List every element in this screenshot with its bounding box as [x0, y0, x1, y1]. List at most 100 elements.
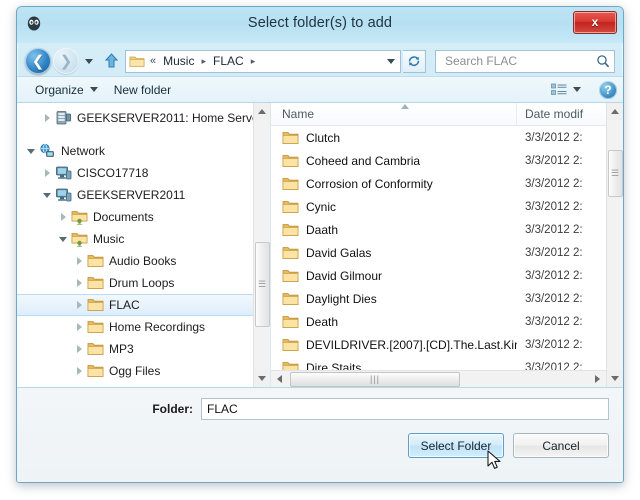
folder-icon — [87, 253, 104, 269]
tree-scroll-thumb[interactable]: ☰ — [254, 242, 270, 327]
search-input[interactable] — [443, 53, 596, 69]
tree-item-geekserver2011-home-server[interactable]: GEEKSERVER2011: Home Server: — [17, 107, 270, 129]
tree-item-documents[interactable]: Documents — [17, 206, 270, 228]
tree-item-mp3[interactable]: MP3 — [17, 338, 270, 360]
folder-icon — [87, 363, 104, 379]
tree-item-ogg-files[interactable]: Ogg Files — [17, 360, 270, 382]
table-row[interactable]: David Galas 3/3/2012 2: — [271, 241, 623, 264]
network-icon — [39, 143, 56, 159]
table-row[interactable]: Daath 3/3/2012 2: — [271, 218, 623, 241]
tree-vertical-scrollbar[interactable]: ☰ — [253, 103, 270, 387]
folder-icon — [87, 319, 104, 335]
tree-item-drum-loops[interactable]: Drum Loops — [17, 272, 270, 294]
folder-icon — [282, 176, 299, 191]
tree-item-flac[interactable]: FLAC — [17, 294, 270, 316]
tree-item-network[interactable]: Network — [17, 140, 270, 162]
address-bar-row: ❮ ❯ « Music ▸ FLAC ▸ Search FLAC — [17, 43, 623, 76]
search-box[interactable] — [435, 49, 615, 73]
expander-open-icon[interactable] — [39, 192, 55, 198]
tree-item-audio-books[interactable]: Audio Books — [17, 250, 270, 272]
list-scroll-thumb[interactable]: ☰ — [607, 150, 623, 197]
table-row[interactable]: Corrosion of Conformity 3/3/2012 2: — [271, 172, 623, 195]
back-button[interactable]: ❮ — [25, 48, 51, 74]
breadcrumb-overflow[interactable]: « — [149, 55, 161, 67]
sort-ascending-icon — [401, 103, 409, 109]
list-scroll-right-button[interactable] — [589, 371, 606, 388]
new-folder-button[interactable]: New folder — [106, 79, 179, 101]
folder-input[interactable] — [201, 398, 609, 420]
refresh-button[interactable] — [403, 49, 426, 73]
tree-item-cisco17718[interactable]: CISCO17718 — [17, 162, 270, 184]
up-one-level-button[interactable] — [99, 48, 123, 74]
expander-closed-icon[interactable] — [71, 301, 87, 309]
tree-item-label: Audio Books — [109, 254, 177, 268]
triangle-down-icon — [59, 236, 67, 242]
breadcrumb-crumb-flac[interactable]: FLAC — [211, 53, 246, 69]
expander-closed-icon[interactable] — [71, 257, 87, 265]
expander-closed-icon[interactable] — [71, 345, 87, 353]
folder-icon — [282, 337, 299, 352]
tree-item-label: FLAC — [109, 298, 140, 312]
expander-closed-icon[interactable] — [71, 279, 87, 287]
breadcrumb-separator-end[interactable]: ▸ — [246, 56, 261, 67]
list-horizontal-scrollbar[interactable]: ||| — [271, 370, 606, 387]
file-row-name: Death — [306, 314, 339, 329]
select-folder-button[interactable]: Select Folder — [408, 433, 504, 458]
tree-item-geekserver2011[interactable]: GEEKSERVER2011 — [17, 184, 270, 206]
list-vertical-scrollbar[interactable]: ☰ — [606, 103, 623, 387]
list-scroll-down-button[interactable] — [606, 370, 623, 387]
recent-locations-button[interactable] — [81, 48, 97, 74]
list-scroll-track[interactable]: ☰ — [607, 120, 624, 370]
tree-scroll-track[interactable]: ☰ — [254, 120, 271, 370]
expander-closed-icon[interactable] — [71, 367, 87, 375]
forward-button[interactable]: ❯ — [53, 48, 79, 74]
file-row-name: Daath — [306, 222, 339, 237]
address-bar[interactable]: « Music ▸ FLAC ▸ — [125, 49, 401, 73]
triangle-right-icon — [76, 301, 82, 309]
list-scroll-left-button[interactable] — [271, 371, 288, 388]
table-row[interactable]: Daylight Dies 3/3/2012 2: — [271, 287, 623, 310]
change-view-button[interactable] — [543, 79, 589, 101]
help-button[interactable]: ? — [599, 80, 617, 99]
file-row-name: David Gilmour — [306, 268, 383, 283]
computer-icon — [55, 187, 72, 203]
grip-icon: ☰ — [610, 168, 620, 178]
address-dropdown-button[interactable] — [383, 51, 398, 72]
table-row[interactable]: Coheed and Cambria 3/3/2012 2: — [271, 149, 623, 172]
organize-button[interactable]: Organize — [27, 79, 106, 101]
breadcrumb-separator[interactable]: ▸ — [196, 56, 211, 67]
tree-item-home-recordings[interactable]: Home Recordings — [17, 316, 270, 338]
breadcrumb[interactable]: « Music ▸ FLAC ▸ — [129, 53, 383, 69]
list-scroll-up-button[interactable] — [606, 103, 623, 120]
tree-item-label: Drum Loops — [109, 276, 175, 290]
tree-scroll-up-button[interactable] — [253, 103, 270, 120]
tree-item-music[interactable]: Music — [17, 228, 270, 250]
folder-icon — [282, 130, 299, 145]
table-row[interactable]: DEVILDRIVER.[2007].[CD].The.Last.Kind...… — [271, 333, 623, 356]
triangle-right-icon — [76, 323, 82, 331]
folder-icon — [87, 385, 104, 387]
tree-item-tag-podcasts[interactable]: TAG Podcasts — [17, 382, 270, 387]
list-hscroll-thumb[interactable]: ||| — [290, 371, 460, 387]
close-button[interactable]: x — [573, 11, 617, 34]
tree-item-label: Ogg Files — [109, 364, 161, 378]
table-row[interactable]: Cynic 3/3/2012 2: — [271, 195, 623, 218]
cancel-button[interactable]: Cancel — [513, 433, 609, 458]
table-row[interactable]: Death 3/3/2012 2: — [271, 310, 623, 333]
column-header-name[interactable]: Name — [271, 103, 517, 126]
file-list-pane: Name Date modif Clutch 3/3/2012 2: Coheed … — [270, 103, 623, 387]
expander-open-icon[interactable] — [55, 236, 71, 242]
breadcrumb-crumb-music[interactable]: Music — [161, 53, 196, 69]
table-row[interactable]: Clutch 3/3/2012 2: — [271, 126, 623, 149]
tree-scroll-down-button[interactable] — [253, 370, 270, 387]
expander-closed-icon[interactable] — [55, 213, 71, 221]
caret-down-icon — [573, 87, 581, 92]
expander-closed-icon[interactable] — [39, 169, 55, 177]
expander-closed-icon[interactable] — [39, 114, 55, 122]
list-hscroll-track[interactable]: ||| — [288, 371, 589, 388]
table-row[interactable]: David Gilmour 3/3/2012 2: — [271, 264, 623, 287]
tree-item-label: CISCO17718 — [77, 166, 149, 180]
expander-open-icon[interactable] — [23, 148, 39, 154]
expander-closed-icon[interactable] — [71, 323, 87, 331]
file-row-name: DEVILDRIVER.[2007].[CD].The.Last.Kind...… — [306, 337, 517, 352]
